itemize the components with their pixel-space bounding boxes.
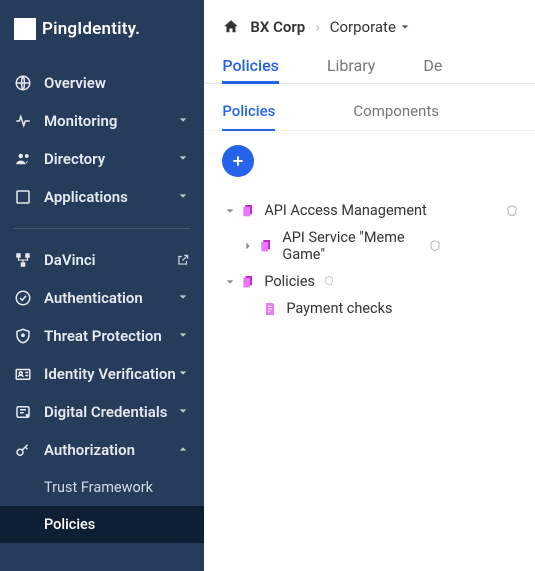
sidebar-item-davinci[interactable]: DaVinci — [0, 241, 204, 279]
crumb-separator: › — [315, 18, 320, 36]
tab-library[interactable]: Library — [327, 48, 375, 83]
tab-de[interactable]: De — [423, 48, 442, 83]
nav-label: Applications — [44, 188, 178, 206]
tree-item-api-service-meme-game[interactable]: API Service "Meme Game" — [218, 224, 521, 268]
subtabs: Policies Components — [204, 84, 535, 131]
nav-label: Threat Protection — [44, 327, 178, 345]
tree-label: Policies — [264, 273, 315, 290]
home-icon — [222, 18, 240, 36]
nav-label: Monitoring — [44, 112, 178, 130]
sub-label: Policies — [44, 516, 95, 533]
square-icon — [14, 188, 32, 206]
breadcrumb: BX Corp › Corporate — [204, 0, 535, 48]
nav-label: Digital Credentials — [44, 403, 178, 421]
subtab-components[interactable]: Components — [353, 96, 439, 130]
sidebar-item-applications[interactable]: Applications — [0, 178, 204, 216]
tab-policies[interactable]: Policies — [222, 48, 279, 83]
document-icon — [240, 203, 256, 219]
document-icon — [262, 301, 278, 317]
sidebar-item-authentication[interactable]: Authentication — [0, 279, 204, 317]
subtab-label: Policies — [222, 102, 275, 120]
chevron-down-icon — [178, 368, 190, 380]
tree-label: Payment checks — [286, 300, 519, 317]
nav-label: Authorization — [44, 441, 178, 459]
shield-icon — [428, 239, 442, 253]
id-card-icon — [14, 365, 32, 383]
chevron-down-icon — [178, 330, 190, 342]
pulse-icon — [14, 112, 32, 130]
davinci-icon — [14, 251, 32, 269]
sidebar-subitem-policies[interactable]: Policies — [0, 506, 204, 543]
tree-label: API Service "Meme Game" — [282, 229, 422, 263]
tree-area: API Access Management API Service "Meme … — [204, 131, 535, 336]
brand: PingIdentity. — [0, 0, 204, 58]
nav-label: Identity Verification — [44, 365, 178, 383]
subtab-policies[interactable]: Policies — [222, 96, 275, 130]
crumb-bxcorp[interactable]: BX Corp — [250, 18, 305, 36]
shield-star-icon — [14, 327, 32, 345]
external-link-icon — [176, 253, 190, 267]
crumb-corporate[interactable]: Corporate — [330, 18, 410, 36]
chevron-up-icon — [178, 444, 190, 456]
sidebar-item-identity-verification[interactable]: Identity Verification — [0, 355, 204, 393]
caret-down-icon[interactable] — [224, 205, 236, 217]
tabs: Policies Library De — [204, 48, 535, 84]
sidebar-item-digital-credentials[interactable]: Digital Credentials — [0, 393, 204, 431]
chevron-down-icon — [178, 115, 190, 127]
shield-icon — [323, 275, 337, 289]
chevron-down-icon — [178, 292, 190, 304]
add-button[interactable] — [222, 145, 254, 177]
nav-label: DaVinci — [44, 251, 176, 269]
nav-secondary: DaVinci Authentication Threat Protection — [0, 235, 204, 549]
nav-divider — [14, 228, 190, 229]
subtab-label: Components — [353, 102, 439, 120]
main-content: BX Corp › Corporate Policies Library De … — [204, 0, 535, 571]
tab-label: De — [423, 56, 442, 75]
crumb-label: Corporate — [330, 18, 396, 36]
tab-label: Library — [327, 56, 375, 75]
brand-text: PingIdentity. — [42, 19, 140, 39]
sidebar-item-directory[interactable]: Directory — [0, 140, 204, 178]
check-circle-icon — [14, 289, 32, 307]
chevron-down-icon — [178, 406, 190, 418]
nav-label: Directory — [44, 150, 178, 168]
brand-logo — [14, 18, 36, 40]
users-icon — [14, 150, 32, 168]
sub-label: Trust Framework — [44, 479, 153, 496]
tree-label: API Access Management — [264, 202, 499, 219]
chevron-down-icon — [178, 191, 190, 203]
sidebar-item-authorization[interactable]: Authorization — [0, 431, 204, 469]
key-icon — [14, 441, 32, 459]
shield-icon — [505, 204, 519, 218]
tree-item-payment-checks[interactable]: Payment checks — [218, 295, 521, 322]
nav-label: Authentication — [44, 289, 178, 307]
tree-item-policies[interactable]: Policies — [218, 268, 521, 295]
badge-icon — [14, 403, 32, 421]
nav-primary: Overview Monitoring Directory Applica — [0, 58, 204, 222]
sidebar-item-monitoring[interactable]: Monitoring — [0, 102, 204, 140]
tab-label: Policies — [222, 56, 279, 75]
nav-label: Overview — [44, 74, 190, 92]
document-icon — [258, 238, 274, 254]
globe-icon — [14, 74, 32, 92]
chevron-down-icon — [400, 22, 410, 32]
sidebar-item-overview[interactable]: Overview — [0, 64, 204, 102]
tree-item-api-access-management[interactable]: API Access Management — [218, 197, 521, 224]
sidebar: PingIdentity. Overview Monitoring Direct… — [0, 0, 204, 571]
caret-down-icon[interactable] — [224, 276, 236, 288]
chevron-down-icon — [178, 153, 190, 165]
sidebar-subitem-trust-framework[interactable]: Trust Framework — [0, 469, 204, 506]
sidebar-item-threat-protection[interactable]: Threat Protection — [0, 317, 204, 355]
caret-right-icon[interactable] — [242, 240, 254, 252]
document-icon — [240, 274, 256, 290]
